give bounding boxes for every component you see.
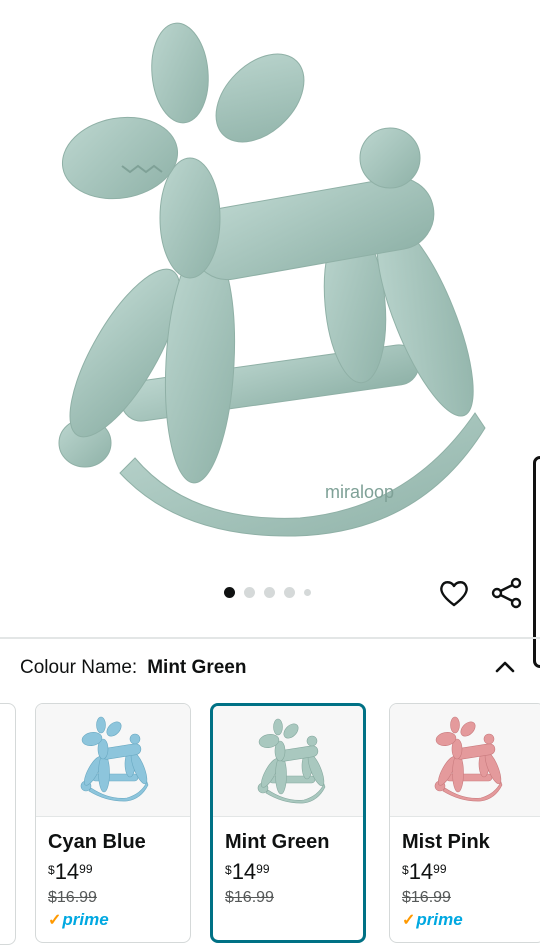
chevron-up-icon[interactable] [493, 655, 517, 677]
swatch-thumbnail [390, 704, 540, 817]
variation-label: Colour Name: [20, 657, 138, 678]
pagination-dot-3[interactable] [264, 587, 275, 598]
swatch-list-price: $16.99 [225, 889, 274, 906]
swatch-thumbnail [213, 706, 363, 817]
swatch-price: $ 14 99 [402, 859, 447, 884]
previous-swatch-partial[interactable] [0, 703, 16, 945]
swatch-list-price: $16.99 [402, 889, 451, 906]
product-image[interactable]: miraloop [40, 18, 490, 538]
pagination-dot-5[interactable] [304, 589, 311, 596]
variation-value: Mint Green [147, 657, 247, 678]
swatch-mist-pink[interactable]: Mist Pink $ 14 99 $16.99 ✓ prime [389, 703, 540, 943]
swatch-price: $ 14 99 [225, 859, 270, 884]
swatch-product-image [80, 716, 149, 802]
prime-check-icon: ✓ [48, 912, 62, 929]
share-icon[interactable] [490, 577, 524, 609]
swatch-product-image [434, 716, 503, 802]
section-divider [0, 637, 540, 639]
product-image-gallery[interactable]: miraloop [0, 0, 540, 638]
prime-badge: ✓ prime [48, 910, 109, 929]
swatch-price: $ 14 99 [48, 859, 93, 884]
prime-badge: ✓ prime [402, 910, 463, 929]
pagination-dot-2[interactable] [244, 587, 255, 598]
swatch-name: Mint Green [225, 831, 330, 853]
swatch-list-price: $16.99 [48, 889, 97, 906]
swatch-product-image [257, 718, 326, 804]
swatch-cyan-blue[interactable]: Cyan Blue $ 14 99 $16.99 ✓ prime [35, 703, 191, 943]
brand-mark: miraloop [325, 482, 394, 502]
variation-header: Colour Name: Mint Green [20, 657, 246, 679]
swatch-name: Cyan Blue [48, 831, 146, 853]
swatch-name: Mist Pink [402, 831, 490, 853]
pagination-dot-1[interactable] [224, 587, 235, 598]
pagination-dot-4[interactable] [284, 587, 295, 598]
prime-check-icon: ✓ [402, 912, 416, 929]
swatch-mint-green[interactable]: Mint Green $ 14 99 $16.99 [210, 703, 366, 943]
heart-icon[interactable] [438, 577, 470, 609]
swatch-thumbnail [36, 704, 190, 817]
image-pagination-dots[interactable] [224, 587, 311, 598]
